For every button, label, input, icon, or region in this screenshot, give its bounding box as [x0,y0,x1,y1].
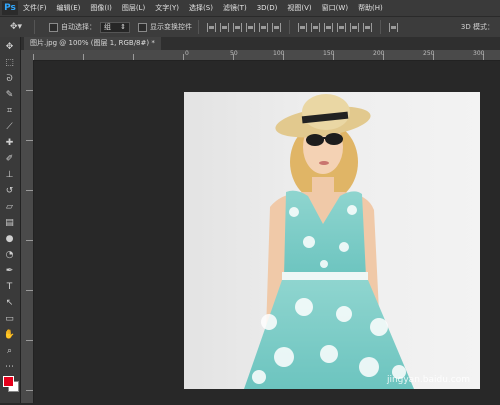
tools-panel: ✥ ⬚ ᘐ ✎ ⌗ ⟋ ✚ ✐ ⊥ ↺ ▱ ▤ ● ◔ ✒ T ↖ ▭ ✋ ⌕ … [0,37,21,403]
distribute-top-icon[interactable] [298,22,307,32]
fashion-photo: jingyan.baidu.com [184,92,480,389]
type-tool-icon[interactable]: T [3,281,16,294]
ruler-origin[interactable] [21,50,33,60]
menu-edit[interactable]: 编辑(E) [52,3,86,13]
ruler-tick-label: 300 [473,50,485,57]
ruler-tick-label: 100 [273,50,285,57]
ruler-tick-label: 250 [423,50,435,57]
dodge-tool-icon[interactable]: ◔ [3,249,16,262]
ruler-ticks [26,90,33,391]
chevron-updown-icon: ⇕ [120,23,126,31]
vertical-ruler[interactable] [21,60,34,403]
distribute-right-icon[interactable] [363,22,372,32]
align-top-icon[interactable] [207,22,216,32]
auto-select-dropdown[interactable]: 组 ⇕ [100,21,130,33]
menu-image[interactable]: 图像(I) [85,3,117,13]
auto-select-value: 组 [104,23,111,31]
move-tool-icon[interactable]: ✥ [3,41,16,54]
menu-bar: Ps 文件(F) 编辑(E) 图像(I) 图层(L) 文字(Y) 选择(S) 滤… [0,0,500,16]
rectangle-tool-icon[interactable]: ▭ [3,313,16,326]
menu-type[interactable]: 文字(Y) [150,3,184,13]
menu-window[interactable]: 窗口(W) [317,3,353,13]
divider [198,20,199,34]
align-right-icon[interactable] [272,22,281,32]
blur-tool-icon[interactable]: ● [3,233,16,246]
align-left-icon[interactable] [246,22,255,32]
align-hcenter-icon[interactable] [259,22,268,32]
menu-filter[interactable]: 滤镜(T) [218,3,252,13]
ruler-tick-label: 50 [230,50,238,57]
distribute-bottom-icon[interactable] [324,22,333,32]
menu-3d[interactable]: 3D(D) [252,4,283,12]
divider [34,20,35,34]
distribute-hcenter-icon[interactable] [350,22,359,32]
document-tab-bar: 图片.jpg @ 100% (图层 1, RGB/8#) * [21,37,500,50]
menu-file[interactable]: 文件(F) [18,3,52,13]
gradient-tool-icon[interactable]: ▤ [3,217,16,230]
quick-select-tool-icon[interactable]: ✎ [3,89,16,102]
auto-select-label: 自动选择： [61,23,96,31]
menu-view[interactable]: 视图(V) [282,3,316,13]
show-transform-label: 显示变换控件 [150,23,192,31]
history-brush-tool-icon[interactable]: ↺ [3,185,16,198]
hand-tool-icon[interactable]: ✋ [3,329,16,342]
options-bar: ✥▾ 自动选择： 组 ⇕ 显示变换控件 3D 模式： [0,16,500,38]
pen-tool-icon[interactable]: ✒ [3,265,16,278]
zoom-tool-icon[interactable]: ⌕ [3,345,16,358]
distribute-vcenter-icon[interactable] [311,22,320,32]
clone-stamp-tool-icon[interactable]: ⊥ [3,169,16,182]
auto-select-checkbox[interactable] [49,22,58,32]
auto-align-icon[interactable] [389,22,398,32]
divider [380,20,381,34]
align-vcenter-icon[interactable] [220,22,229,32]
show-transform-checkbox[interactable] [138,22,147,32]
eyedropper-tool-icon[interactable]: ⟋ [3,121,16,134]
path-selection-tool-icon[interactable]: ↖ [3,297,16,310]
ruler-tick-label: 150 [323,50,335,57]
divider [289,20,290,34]
crop-tool-icon[interactable]: ⌗ [3,105,16,118]
ruler-tick-label: 200 [373,50,385,57]
document-tab[interactable]: 图片.jpg @ 100% (图层 1, RGB/8#) * [24,37,161,50]
foreground-color-swatch[interactable] [3,376,14,387]
photoshop-logo: Ps [2,1,18,15]
eraser-tool-icon[interactable]: ▱ [3,201,16,214]
menu-layer[interactable]: 图层(L) [117,3,150,13]
more-tools-icon[interactable]: ⋯ [3,361,16,374]
brush-tool-icon[interactable]: ✐ [3,153,16,166]
align-bottom-icon[interactable] [233,22,242,32]
marquee-tool-icon[interactable]: ⬚ [3,57,16,70]
move-tool-preset-icon[interactable]: ✥▾ [4,19,28,35]
model-illustration [244,94,414,389]
distribute-left-icon[interactable] [337,22,346,32]
menu-help[interactable]: 帮助(H) [353,3,388,13]
ruler-tick-label: 0 [185,50,189,57]
watermark-text: jingyan.baidu.com [386,375,470,385]
document-canvas[interactable]: jingyan.baidu.com [34,61,500,403]
menu-select[interactable]: 选择(S) [184,3,218,13]
lasso-tool-icon[interactable]: ᘐ [3,73,16,86]
horizontal-ruler[interactable]: 0 50 100 150 200 250 300 [33,50,500,61]
3d-mode-label: 3D 模式： [460,23,494,31]
healing-brush-tool-icon[interactable]: ✚ [3,137,16,150]
